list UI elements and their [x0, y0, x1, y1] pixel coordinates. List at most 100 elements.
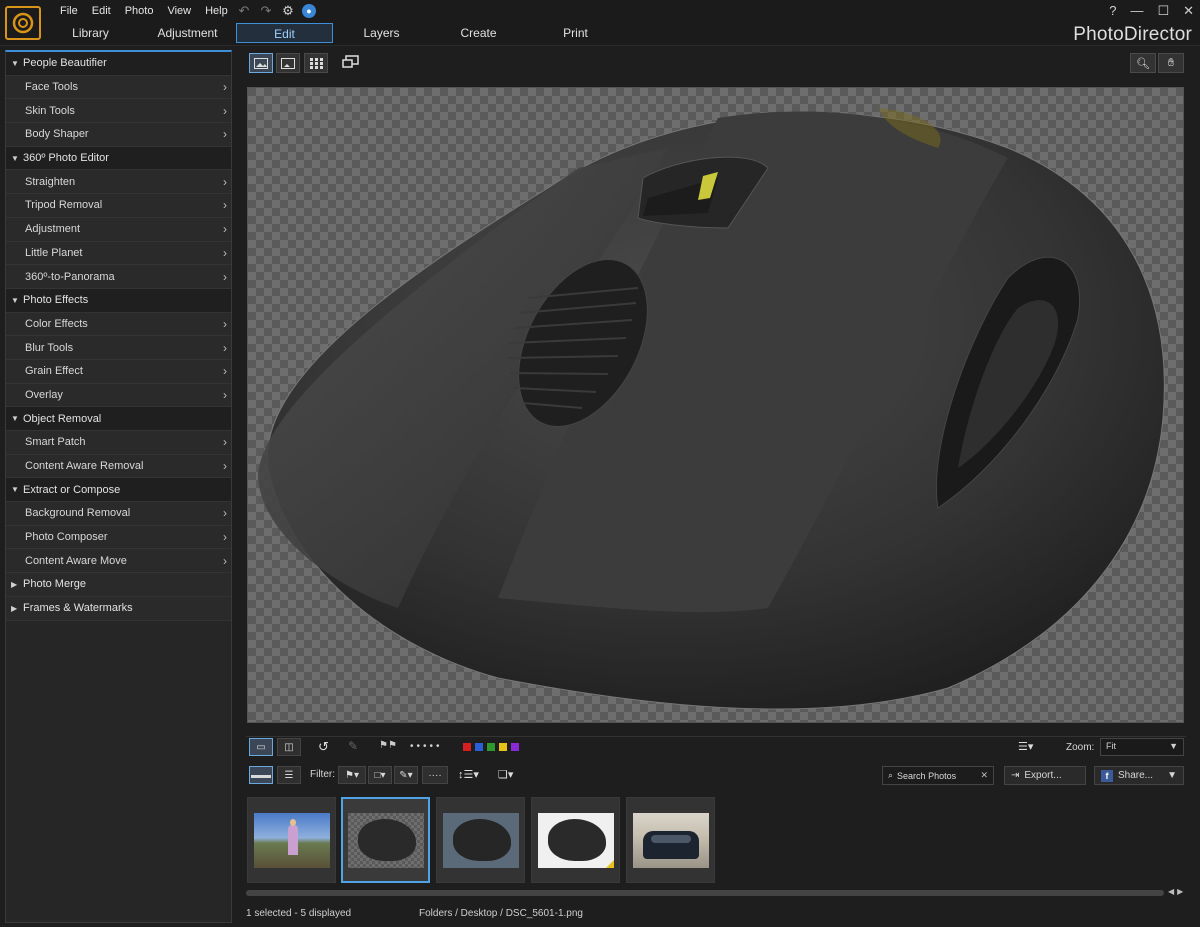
color-label-blue[interactable]	[475, 743, 483, 751]
clear-search-icon[interactable]: ✕	[980, 770, 988, 781]
scroll-arrows-icon[interactable]: ◀▶	[1168, 887, 1186, 896]
sort-menu-icon[interactable]: ☰▾	[1018, 740, 1033, 753]
tab-adjustment[interactable]: Adjustment	[139, 23, 236, 43]
panel-item-blur-tools[interactable]: Blur Tools ›	[6, 336, 231, 360]
panel-item-label: Face Tools	[25, 81, 78, 94]
color-label-green[interactable]	[487, 743, 495, 751]
line-spacing-icon[interactable]: ↕☰▾	[458, 768, 479, 781]
maximize-button[interactable]: ☐	[1157, 3, 1169, 19]
panel-item-tripod-removal[interactable]: Tripod Removal ›	[6, 194, 231, 218]
minimize-button[interactable]: —	[1130, 3, 1143, 19]
thumbnail-car[interactable]	[626, 797, 715, 883]
share-button[interactable]: f Share... ▼	[1094, 766, 1184, 785]
panel-item-photo-composer[interactable]: Photo Composer ›	[6, 525, 231, 550]
thumbnail-mouse-white-bg[interactable]	[531, 797, 620, 883]
second-display-icon[interactable]	[342, 55, 360, 72]
chevron-down-icon: ▼	[1167, 770, 1177, 781]
panel-item-content-aware-removal[interactable]: Content Aware Removal ›	[6, 454, 231, 479]
filmstrip	[246, 796, 1186, 886]
panel-item-face-tools[interactable]: Face Tools ›	[6, 75, 231, 100]
view-compare-button[interactable]	[276, 53, 300, 73]
label-filter-button[interactable]: □▾	[368, 766, 392, 784]
panel-item-body-shaper[interactable]: Body Shaper ›	[6, 123, 231, 147]
section-extract-or-compose[interactable]: ▼ Extract or Compose	[6, 478, 231, 503]
zoom-label: Zoom:	[1066, 742, 1095, 753]
window-controls: ? — ☐ ✕	[1109, 3, 1194, 19]
tab-create[interactable]: Create	[430, 23, 527, 43]
gear-icon[interactable]: ⚙	[280, 3, 296, 19]
search-photos-input[interactable]: ⌕ Search Photos ✕	[882, 766, 994, 785]
close-button[interactable]: ✕	[1183, 3, 1194, 19]
thumbnail-child-outdoors[interactable]	[247, 797, 336, 883]
tab-edit[interactable]: Edit	[236, 23, 333, 43]
panel-item-skin-tools[interactable]: Skin Tools ›	[6, 99, 231, 124]
panel-item-label: Little Planet	[25, 246, 83, 259]
section-object-removal[interactable]: ▼ Object Removal	[6, 407, 231, 431]
redo-icon[interactable]: ↷	[258, 3, 274, 19]
panel-item-label: Content Aware Move	[25, 554, 127, 567]
list-view-button[interactable]: ☰	[277, 766, 301, 784]
chevron-right-icon: ›	[223, 459, 227, 474]
tab-print[interactable]: Print	[527, 23, 624, 43]
expand-triangle-icon: ▼	[11, 485, 19, 495]
single-frame-icon: ▭	[256, 741, 266, 753]
rating-dots[interactable]: •••••	[410, 741, 443, 752]
rotate-icon[interactable]: ↺	[318, 739, 329, 755]
color-label-purple[interactable]	[511, 743, 519, 751]
flag-icon[interactable]: ⚑⚑	[379, 740, 397, 751]
edit-filter-button[interactable]: ✎▾	[394, 766, 418, 784]
tab-layers[interactable]: Layers	[333, 23, 430, 43]
facebook-icon: f	[1101, 769, 1113, 782]
module-tabs: Library Adjustment Edit Layers Create Pr…	[42, 23, 624, 43]
color-label-red[interactable]	[463, 743, 471, 751]
section-photo-merge[interactable]: ▶ Photo Merge	[6, 573, 231, 597]
view-single-button[interactable]	[249, 53, 273, 73]
chevron-right-icon: ›	[223, 316, 227, 331]
section-people-beautifier[interactable]: ▼ People Beautifier	[6, 52, 231, 76]
menu-view[interactable]: View	[160, 5, 198, 17]
section-title: People Beautifier	[23, 57, 107, 70]
panel-item-color-effects[interactable]: Color Effects ›	[6, 312, 231, 337]
rating-filter-button[interactable]: ····	[422, 766, 448, 784]
panel-item-label: Background Removal	[25, 507, 131, 520]
tab-library[interactable]: Library	[42, 23, 139, 43]
color-label-yellow[interactable]	[499, 743, 507, 751]
panel-item-content-aware-move[interactable]: Content Aware Move ›	[6, 549, 231, 574]
pan-tool-button[interactable]: ✋︎	[1158, 53, 1184, 73]
filmstrip-view-button[interactable]: ▬▬	[249, 766, 273, 784]
view-mode-bar: 🔍︎ ✋︎	[246, 51, 1186, 75]
export-button[interactable]: ⇥ Export...	[1004, 766, 1086, 785]
panel-item-adjustment[interactable]: Adjustment ›	[6, 217, 231, 242]
section-photo-effects[interactable]: ▼ Photo Effects	[6, 288, 231, 313]
single-view-button[interactable]: ▭	[249, 738, 273, 756]
thumbnail-mouse[interactable]	[436, 797, 525, 883]
menu-file[interactable]: File	[53, 5, 85, 17]
panel-item-little-planet[interactable]: Little Planet ›	[6, 241, 231, 266]
section-frames-watermarks[interactable]: ▶ Frames & Watermarks	[6, 596, 231, 621]
panel-item-smart-patch[interactable]: Smart Patch ›	[6, 431, 231, 455]
panel-item-background-removal[interactable]: Background Removal ›	[6, 502, 231, 526]
menu-photo[interactable]: Photo	[118, 5, 161, 17]
undo-icon[interactable]: ↶	[236, 3, 252, 19]
filmstrip-scrollbar[interactable]	[246, 890, 1164, 896]
panel-item-straighten[interactable]: Straighten ›	[6, 170, 231, 195]
panel-item-360-to-panorama[interactable]: 360º-to-Panorama ›	[6, 265, 231, 289]
notification-icon[interactable]: ●	[302, 4, 316, 18]
photo-canvas[interactable]	[247, 87, 1184, 723]
panel-item-grain-effect[interactable]: Grain Effect ›	[6, 359, 231, 384]
flag-filter-button[interactable]: ⚑▾	[338, 766, 366, 784]
zoom-select[interactable]: Fit ▼	[1100, 738, 1184, 756]
panel-item-overlay[interactable]: Overlay ›	[6, 383, 231, 408]
help-button[interactable]: ?	[1109, 3, 1116, 19]
zoom-value: Fit	[1106, 741, 1116, 751]
view-grid-button[interactable]	[304, 53, 328, 73]
app-logo-icon[interactable]	[5, 6, 41, 40]
menu-help[interactable]: Help	[198, 5, 235, 17]
zoom-tool-button[interactable]: 🔍︎	[1130, 53, 1156, 73]
menu-edit[interactable]: Edit	[85, 5, 118, 17]
mouse-transparent-photo	[347, 812, 424, 868]
split-view-button[interactable]: ◫	[277, 738, 301, 756]
thumbnail-mouse-transparent[interactable]	[341, 797, 430, 883]
section-360-photo-editor[interactable]: ▼ 360º Photo Editor	[6, 146, 231, 171]
stack-icon[interactable]: ❏▾	[498, 768, 513, 781]
